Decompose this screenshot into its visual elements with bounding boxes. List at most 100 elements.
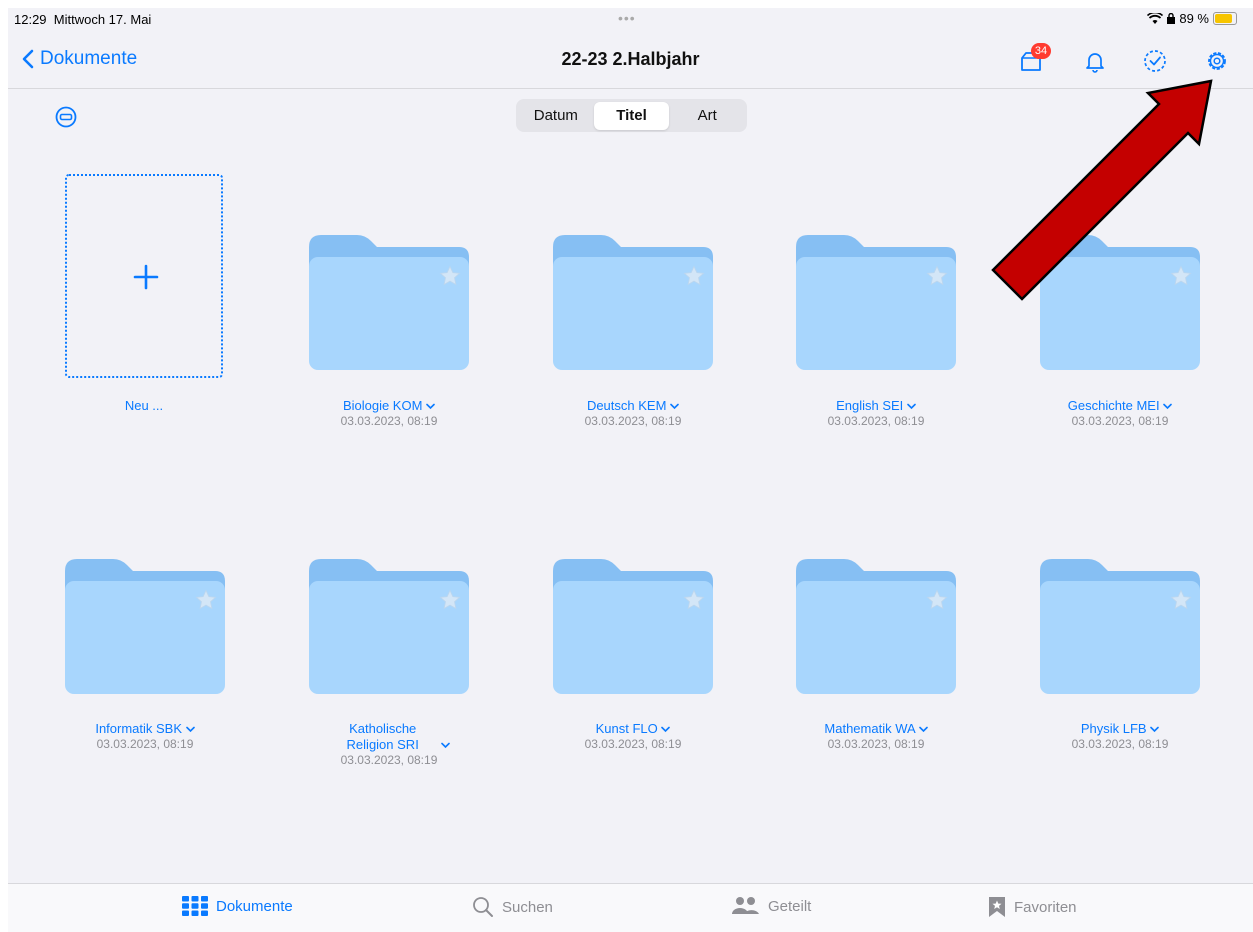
tab-label: Geteilt <box>768 897 812 915</box>
favorite-star-icon[interactable] <box>926 589 948 611</box>
folder-name: Informatik SBK <box>55 721 235 737</box>
folder-name: Deutsch KEM <box>543 398 723 414</box>
app-screen: 12:29 Mittwoch 17. Mai ••• 89 % Dokument… <box>8 8 1253 932</box>
folder-tile[interactable] <box>309 235 469 370</box>
tab-favoriten[interactable]: Favoriten <box>988 896 1077 918</box>
tab-suchen[interactable]: Suchen <box>472 896 553 918</box>
folder-date: 03.03.2023, 08:19 <box>1071 414 1169 428</box>
folder-tile[interactable] <box>796 559 956 694</box>
chevron-down-icon[interactable] <box>426 403 435 410</box>
tab-label: Suchen <box>502 898 553 916</box>
grid-icon <box>182 896 208 916</box>
folder-date: 03.03.2023, 08:19 <box>96 737 194 751</box>
stack-icon <box>55 106 77 128</box>
folder-tile[interactable] <box>309 559 469 694</box>
folder-label-group[interactable]: Mathematik WA 03.03.2023, 08:19 <box>786 721 966 752</box>
folder-date: 03.03.2023, 08:19 <box>827 737 925 751</box>
search-icon <box>473 897 493 917</box>
settings-button[interactable] <box>1204 48 1234 78</box>
favorite-star-icon[interactable] <box>683 265 705 287</box>
folder-icon <box>796 559 956 694</box>
folder-label-group[interactable]: Geschichte MEI 03.03.2023, 08:19 <box>1030 398 1210 429</box>
chevron-down-icon[interactable] <box>907 403 916 410</box>
folder-name: Katholische Religion SRI <box>299 721 479 753</box>
multi-select-button[interactable] <box>55 106 77 128</box>
multitask-dots[interactable]: ••• <box>618 10 636 26</box>
dashed-checkmark-circle-icon <box>1144 50 1166 72</box>
folder-icon <box>309 235 469 370</box>
folder-name: Kunst FLO <box>543 721 723 737</box>
sort-segmented-control: Datum Titel Art <box>516 99 747 132</box>
folder-date: 03.03.2023, 08:19 <box>1071 737 1169 751</box>
favorite-star-icon[interactable] <box>1170 589 1192 611</box>
folder-label-group[interactable]: Kunst FLO 03.03.2023, 08:19 <box>543 721 723 752</box>
tab-geteilt[interactable]: Geteilt <box>730 896 811 916</box>
favorite-star-icon[interactable] <box>683 589 705 611</box>
folder-icon <box>1040 559 1200 694</box>
folder-label-group[interactable]: Informatik SBK 03.03.2023, 08:19 <box>55 721 235 752</box>
sort-option-titel[interactable]: Titel <box>593 101 670 130</box>
tab-label: Favoriten <box>1014 898 1077 916</box>
chevron-down-icon[interactable] <box>670 403 679 410</box>
folder-icon <box>796 235 956 370</box>
sort-option-datum[interactable]: Datum <box>518 102 594 130</box>
folder-icon <box>553 235 713 370</box>
chevron-down-icon[interactable] <box>1163 403 1172 410</box>
folder-icon <box>1040 235 1200 370</box>
inbox-button[interactable]: 34 <box>1018 43 1051 78</box>
annotation-arrow <box>991 79 1213 301</box>
folder-name: Geschichte MEI <box>1030 398 1210 414</box>
navigation-bar: Dokumente 22-23 2.Halbjahr 34 <box>8 38 1253 89</box>
folder-label-group[interactable]: Deutsch KEM 03.03.2023, 08:19 <box>543 398 723 429</box>
chevron-down-icon[interactable] <box>185 726 195 733</box>
sort-option-art[interactable]: Art <box>669 102 745 130</box>
page-title: 22-23 2.Halbjahr <box>561 49 700 69</box>
people-icon <box>732 897 759 914</box>
folder-tile[interactable] <box>553 235 713 370</box>
folder-tile[interactable] <box>796 235 956 370</box>
chevron-down-icon[interactable] <box>1150 726 1159 733</box>
battery-icon <box>1213 12 1237 25</box>
new-document-label[interactable]: Neu ... <box>54 398 234 414</box>
tab-bar: Dokumente Suchen Geteilt Favoriten <box>8 883 1253 932</box>
folder-date: 03.03.2023, 08:19 <box>827 414 925 428</box>
battery-percent: 89 % <box>1179 11 1209 26</box>
folder-tile[interactable] <box>1040 559 1200 694</box>
tab-dokumente[interactable]: Dokumente <box>182 896 293 916</box>
new-document-button[interactable] <box>65 174 223 378</box>
folder-label-group[interactable]: Physik LFB 03.03.2023, 08:19 <box>1030 721 1210 752</box>
favorite-star-icon[interactable] <box>439 265 461 287</box>
gear-icon <box>1208 52 1226 70</box>
status-bar: 12:29 Mittwoch 17. Mai ••• 89 % <box>8 8 1253 30</box>
lock-icon <box>1167 13 1176 24</box>
folder-label-group[interactable]: English SEI 03.03.2023, 08:19 <box>786 398 966 429</box>
favorite-star-icon[interactable] <box>195 589 217 611</box>
folder-name: Physik LFB <box>1030 721 1210 737</box>
folder-date: 03.03.2023, 08:19 <box>584 737 682 751</box>
folder-icon <box>65 559 225 694</box>
folder-tile[interactable] <box>553 559 713 694</box>
folder-tile[interactable] <box>65 559 225 694</box>
bell-icon <box>1086 53 1104 73</box>
folder-label-group[interactable]: Katholische Religion SRI 03.03.2023, 08:… <box>299 721 479 768</box>
wifi-icon <box>1147 12 1164 24</box>
folder-tile[interactable] <box>1040 235 1200 370</box>
folder-name: English SEI <box>786 398 966 414</box>
tab-label: Dokumente <box>216 897 293 915</box>
chevron-down-icon[interactable] <box>918 726 928 733</box>
folder-name: Mathematik WA <box>786 721 966 737</box>
folder-name: Biologie KOM <box>299 398 479 414</box>
folder-label-group[interactable]: Biologie KOM 03.03.2023, 08:19 <box>299 398 479 429</box>
favorite-star-icon[interactable] <box>1170 265 1192 287</box>
plus-icon <box>133 264 159 290</box>
chevron-down-icon[interactable] <box>661 726 671 733</box>
notification-badge: 34 <box>1031 43 1051 59</box>
notifications-button[interactable] <box>1082 48 1112 78</box>
chevron-down-icon[interactable] <box>441 742 451 749</box>
bookmark-star-icon <box>989 897 1005 917</box>
status-time: 12:29 Mittwoch 17. Mai <box>14 12 152 27</box>
select-mode-button[interactable] <box>1142 48 1172 78</box>
favorite-star-icon[interactable] <box>926 265 948 287</box>
folder-icon <box>553 559 713 694</box>
favorite-star-icon[interactable] <box>439 589 461 611</box>
